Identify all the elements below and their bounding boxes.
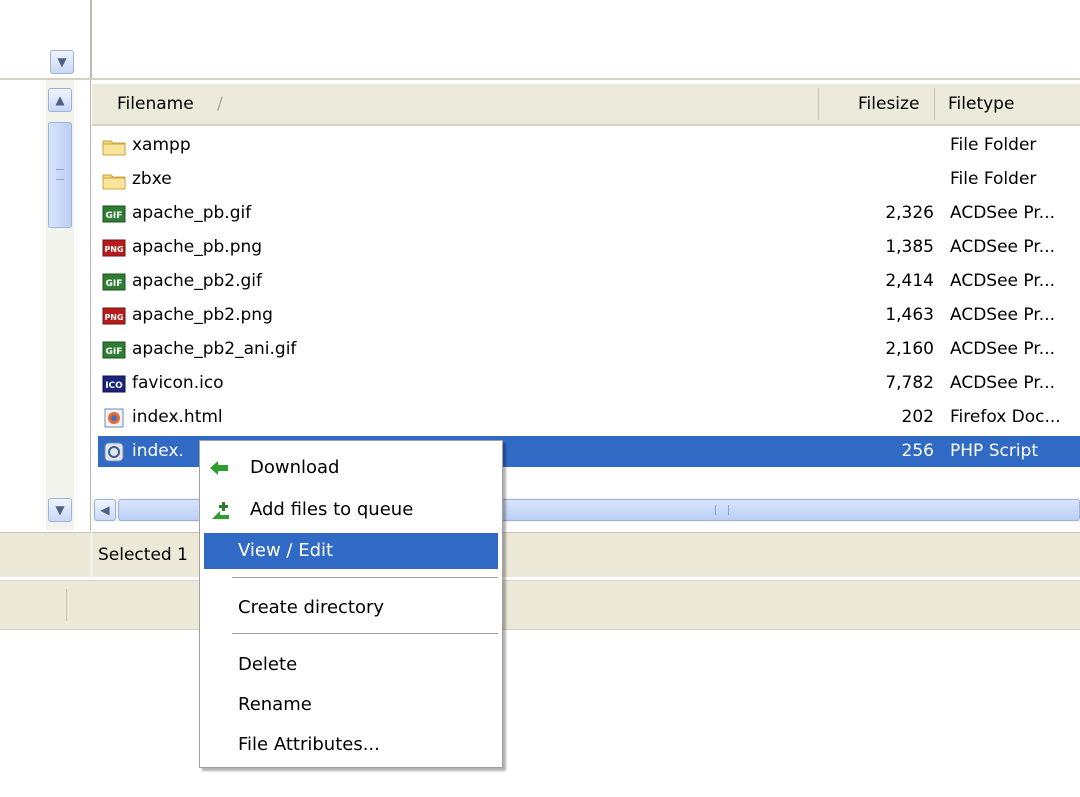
gif-file-icon: GIF [102,272,126,292]
file-size: 2,326 [885,203,934,223]
file-name: xampp [132,135,191,155]
file-type: File Folder [950,135,1037,155]
folder-icon [102,170,126,190]
tree-status-bar [0,532,91,577]
grip-icon [715,505,729,515]
menu-item-create-directory[interactable]: Create directory [204,590,498,626]
menu-item-view-edit[interactable]: View / Edit [204,533,498,569]
file-type: Firefox Doc... [950,407,1061,427]
file-type: ACDSee Pr... [950,305,1055,325]
menu-item-label: Add files to queue [250,499,414,520]
file-type: File Folder [950,169,1037,189]
svg-text:GIF: GIF [106,347,123,357]
menu-item-download[interactable]: Download [204,450,498,486]
folder-icon [102,136,126,156]
file-name: apache_pb2.gif [132,271,263,291]
column-separator[interactable] [818,88,819,120]
chevron-up-icon: ▲ [55,93,65,107]
queue-header-strip [0,580,1080,630]
status-text: Selected 1 [98,545,188,565]
file-name: favicon.ico [132,373,224,393]
file-type: ACDSee Pr... [950,373,1055,393]
column-header-filename[interactable]: Filename / [117,84,223,124]
menu-item-label: Delete [238,654,298,675]
file-type: PHP Script [950,441,1038,461]
svg-text:GIF: GIF [106,211,123,221]
menu-item-label: Create directory [238,597,385,618]
context-menu: Download Add files to queue View / Edit … [199,440,503,768]
scroll-left-button[interactable]: ◀ [94,499,116,521]
file-name: index.html [132,407,223,427]
file-size: 7,782 [885,373,934,393]
file-name: apache_pb.png [132,237,263,257]
menu-item-file-attributes[interactable]: File Attributes... [204,727,498,763]
column-header-filesize[interactable]: Filesize [858,84,919,124]
file-name: apache_pb.gif [132,203,252,223]
file-type: ACDSee Pr... [950,203,1055,223]
sort-ascending-icon: / [217,94,223,114]
gif-file-icon: GIF [102,340,126,360]
png-file-icon: PNG [102,238,126,258]
file-row[interactable]: PNG apache_pb.png 1,385 ACDSee Pr... [98,232,1080,263]
column-header-row [92,84,1080,126]
ico-file-icon: ICO [102,374,126,394]
menu-item-rename[interactable]: Rename [204,687,498,723]
file-name: zbxe [132,169,172,189]
file-size: 256 [901,441,934,461]
menu-item-label: Rename [238,694,312,715]
chevron-left-icon: ◀ [100,503,110,517]
menu-separator [232,633,498,634]
tree-scroll-down-button[interactable]: ▼ [50,50,74,74]
menu-item-label: File Attributes... [238,734,380,755]
tree-scroll-thumb[interactable] [48,122,72,228]
file-type: ACDSee Pr... [950,339,1055,359]
tree-scroll-down-button-2[interactable]: ▼ [48,498,72,522]
menu-item-label: View / Edit [238,540,334,561]
file-row[interactable]: PNG apache_pb2.png 1,463 ACDSee Pr... [98,300,1080,331]
svg-text:PNG: PNG [104,313,123,322]
menu-item-delete[interactable]: Delete [204,647,498,683]
file-type: ACDSee Pr... [950,271,1055,291]
file-type: ACDSee Pr... [950,237,1055,257]
file-row[interactable]: GIF apache_pb.gif 2,326 ACDSee Pr... [98,198,1080,229]
php-file-icon [102,442,126,462]
remote-tree-pane [0,0,90,80]
file-size: 1,385 [885,237,934,257]
chevron-down-icon: ▼ [57,55,67,69]
file-row[interactable]: ICO favicon.ico 7,782 ACDSee Pr... [98,368,1080,399]
file-row[interactable]: xampp File Folder [98,130,1080,161]
file-size: 1,463 [885,305,934,325]
download-arrow-icon [210,461,228,475]
filetype-header-label: Filetype [948,94,1015,114]
menu-item-add-files-to-queue[interactable]: Add files to queue [204,492,498,528]
tree-pane [0,80,90,530]
file-row[interactable]: GIF apache_pb2_ani.gif 2,160 ACDSee Pr... [98,334,1080,365]
tree-scroll-up-button[interactable]: ▲ [48,88,72,112]
file-row[interactable]: GIF apache_pb2.gif 2,414 ACDSee Pr... [98,266,1080,297]
column-header-filetype[interactable]: Filetype [948,84,1014,124]
file-size: 2,160 [885,339,934,359]
filesize-header-label: Filesize [858,94,920,114]
html-file-icon [102,408,126,428]
menu-item-label: Download [250,457,340,478]
add-queue-icon [212,502,229,519]
pane-divider[interactable] [90,0,92,80]
svg-text:GIF: GIF [106,279,123,289]
file-size: 2,414 [885,271,934,291]
file-row[interactable]: zbxe File Folder [98,164,1080,195]
chevron-down-icon: ▼ [55,503,65,517]
strip-separator [66,589,67,621]
svg-text:ICO: ICO [105,381,123,391]
file-name: apache_pb2_ani.gif [132,339,297,359]
menu-separator [232,577,498,578]
png-file-icon: PNG [102,306,126,326]
file-name: apache_pb2.png [132,305,273,325]
filename-header-label: Filename [117,94,194,114]
gif-file-icon: GIF [102,204,126,224]
file-name: index. [132,441,184,461]
file-size: 202 [901,407,934,427]
svg-text:PNG: PNG [104,245,123,254]
file-row[interactable]: index.html 202 Firefox Doc... [98,402,1080,433]
column-separator[interactable] [934,88,935,120]
